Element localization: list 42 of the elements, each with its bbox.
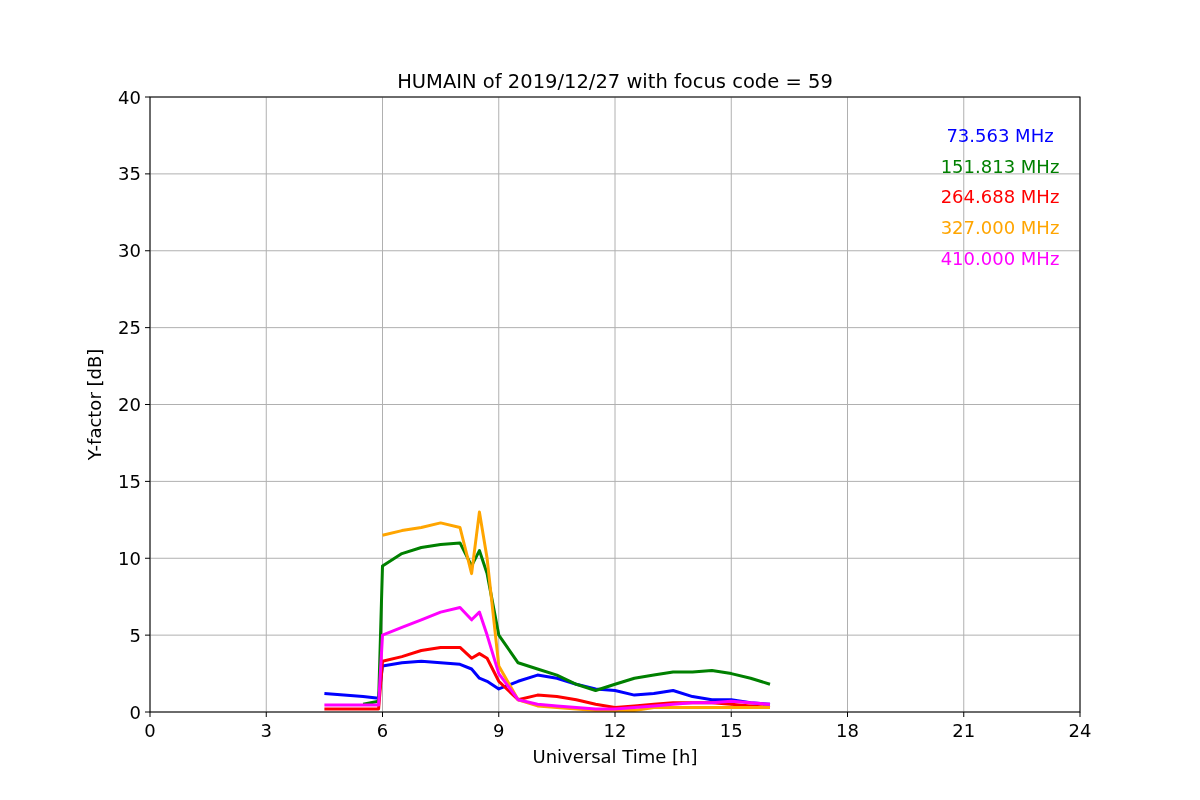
legend-label: 410.000 MHz xyxy=(940,247,1060,269)
tick-mark xyxy=(144,173,151,175)
tick-label: 6 xyxy=(376,720,389,741)
tick-mark xyxy=(498,711,500,718)
tick-mark xyxy=(730,711,732,718)
tick-mark xyxy=(265,711,267,718)
tick-mark xyxy=(144,96,151,98)
tick-label: 24 xyxy=(1068,720,1092,741)
tick-mark xyxy=(382,711,383,718)
legend-label: 327.000 MHz xyxy=(940,217,1060,239)
tick-label: 12 xyxy=(603,720,627,741)
tick-mark xyxy=(847,711,848,718)
legend-label: 151.813 MHz xyxy=(940,155,1060,177)
tick-mark xyxy=(963,711,965,718)
legend-label: 264.688 MHz xyxy=(940,186,1060,208)
tick-label: 20 xyxy=(118,394,141,415)
tick-mark xyxy=(144,404,151,405)
tick-label: 15 xyxy=(719,720,743,741)
tick-label: 35 xyxy=(118,163,141,185)
tick-mark xyxy=(614,711,616,718)
tick-mark xyxy=(144,250,151,252)
tick-label: 15 xyxy=(118,470,141,492)
tick-label: 21 xyxy=(952,720,976,741)
tick-label: 25 xyxy=(118,317,141,339)
x-axis-label: Universal Time [h] xyxy=(532,746,698,767)
tick-label: 5 xyxy=(129,624,141,646)
tick-label: 0 xyxy=(144,720,156,741)
tick-mark xyxy=(1079,711,1081,718)
legend-label: 73.563 MHz xyxy=(946,125,1054,146)
tick-label: 18 xyxy=(836,720,859,741)
tick-mark xyxy=(144,480,151,482)
tick-label: 10 xyxy=(118,547,141,569)
tick-label: 3 xyxy=(260,720,272,741)
tick-label: 30 xyxy=(118,240,141,262)
tick-label: 9 xyxy=(493,720,505,741)
y-axis-label: Y-factor [dB] xyxy=(84,348,105,461)
tick-label: 40 xyxy=(118,86,141,108)
tick-mark xyxy=(144,327,151,329)
tick-label: 0 xyxy=(129,701,141,723)
tick-mark xyxy=(144,557,151,559)
chart-title: HUMAIN of 2019/12/27 with focus code = 59 xyxy=(397,70,833,93)
tick-mark xyxy=(144,634,151,636)
